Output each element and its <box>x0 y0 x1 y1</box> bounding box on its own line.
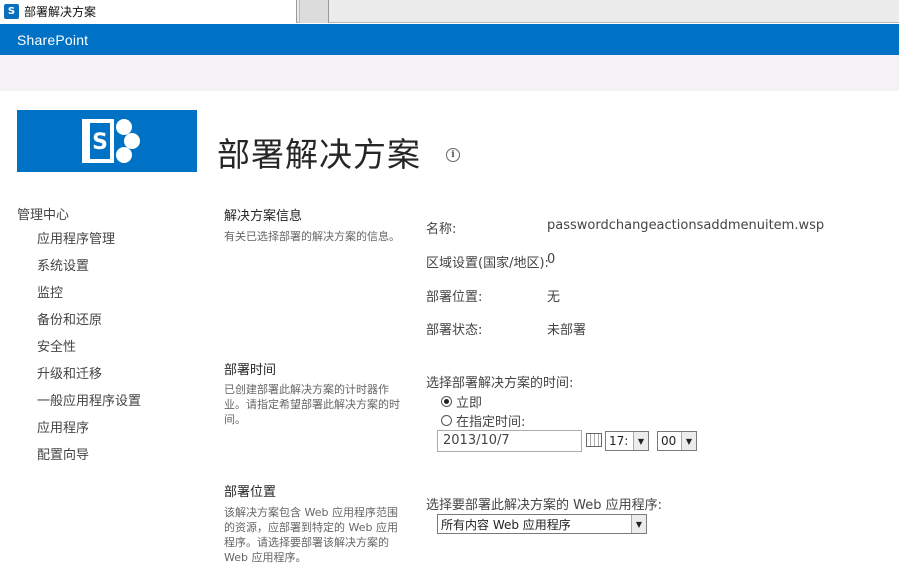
ribbon-bar <box>0 55 899 91</box>
nav-item-apps[interactable]: 应用程序 <box>37 420 141 447</box>
section-desc-deploy-location: 该解决方案包含 Web 应用程序范围的资源，应部署到特定的 Web 应用程序。请… <box>224 506 398 564</box>
hour-select-value: 17: <box>609 434 629 448</box>
name-label: 名称: <box>426 222 457 237</box>
deploy-status-label: 部署状态: <box>426 323 483 338</box>
hour-select[interactable]: 17: ▼ <box>605 431 649 451</box>
chevron-down-icon: ▼ <box>631 515 646 533</box>
locale-value: 0 <box>547 252 556 267</box>
quick-launch-list: 应用程序管理 系统设置 监控 备份和还原 安全性 升级和迁移 一般应用程序设置 … <box>37 231 141 474</box>
suite-bar: SharePoint <box>0 24 899 55</box>
radio-deploy-specific[interactable] <box>441 415 452 426</box>
date-input[interactable]: 2013/10/7 <box>437 430 582 452</box>
section-title-deploy-time: 部署时间 <box>224 363 277 378</box>
section-title-solution-info: 解决方案信息 <box>224 209 303 224</box>
webapp-select[interactable]: 所有内容 Web 应用程序 ▼ <box>437 514 647 534</box>
chevron-down-icon: ▼ <box>681 432 696 450</box>
sharepoint-favicon-icon: S <box>4 4 19 19</box>
chevron-down-icon: ▼ <box>633 432 648 450</box>
radio-deploy-now[interactable] <box>441 396 452 407</box>
sharepoint-logo-icon: S <box>82 119 140 163</box>
deploy-location-value: 无 <box>547 290 561 305</box>
nav-item-upgrade-migration[interactable]: 升级和迁移 <box>37 366 141 393</box>
new-tab-button[interactable] <box>299 0 329 23</box>
section-desc-solution-info: 有关已选择部署的解决方案的信息。 <box>224 230 400 243</box>
browser-tab-title: 部署解决方案 <box>24 5 97 19</box>
page-title: 部署解决方案 <box>217 135 421 174</box>
logo-letter: S <box>92 130 108 155</box>
calendar-icon[interactable] <box>586 433 602 447</box>
radio-deploy-specific-label[interactable]: 在指定时间: <box>456 411 525 430</box>
nav-heading-central-admin[interactable]: 管理中心 <box>17 204 69 223</box>
nav-item-general-app-settings[interactable]: 一般应用程序设置 <box>37 393 141 420</box>
sharepoint-brand-link[interactable]: SharePoint <box>17 32 88 48</box>
browser-tab-strip: S 部署解决方案 <box>0 0 899 23</box>
locale-label: 区域设置(国家/地区): <box>426 256 549 271</box>
nav-item-application-management[interactable]: 应用程序管理 <box>37 231 141 258</box>
minute-select-value: 00 <box>661 434 677 448</box>
nav-item-backup-restore[interactable]: 备份和还原 <box>37 312 141 339</box>
nav-item-system-settings[interactable]: 系统设置 <box>37 258 141 285</box>
nav-item-config-wizards[interactable]: 配置向导 <box>37 447 141 474</box>
site-logo[interactable]: S <box>17 110 197 172</box>
webapp-prompt: 选择要部署此解决方案的 Web 应用程序: <box>426 498 662 513</box>
minute-select[interactable]: 00 ▼ <box>657 431 697 451</box>
section-desc-deploy-time: 已创建部署此解决方案的计时器作业。请指定希望部署此解决方案的时间。 <box>224 383 400 426</box>
name-value: passwordchangeactionsaddmenuitem.wsp <box>547 218 825 233</box>
deploy-status-value: 未部署 <box>547 323 587 338</box>
radio-deploy-now-label[interactable]: 立即 <box>456 392 482 411</box>
info-icon[interactable]: i <box>446 148 460 162</box>
nav-item-monitoring[interactable]: 监控 <box>37 285 141 312</box>
browser-tab[interactable]: S 部署解决方案 <box>0 0 297 23</box>
deploy-time-prompt: 选择部署解决方案的时间: <box>426 376 574 391</box>
section-title-deploy-location: 部署位置 <box>224 485 277 500</box>
nav-item-security[interactable]: 安全性 <box>37 339 141 366</box>
webapp-select-value: 所有内容 Web 应用程序 <box>441 517 571 532</box>
deploy-location-label: 部署位置: <box>426 290 483 305</box>
